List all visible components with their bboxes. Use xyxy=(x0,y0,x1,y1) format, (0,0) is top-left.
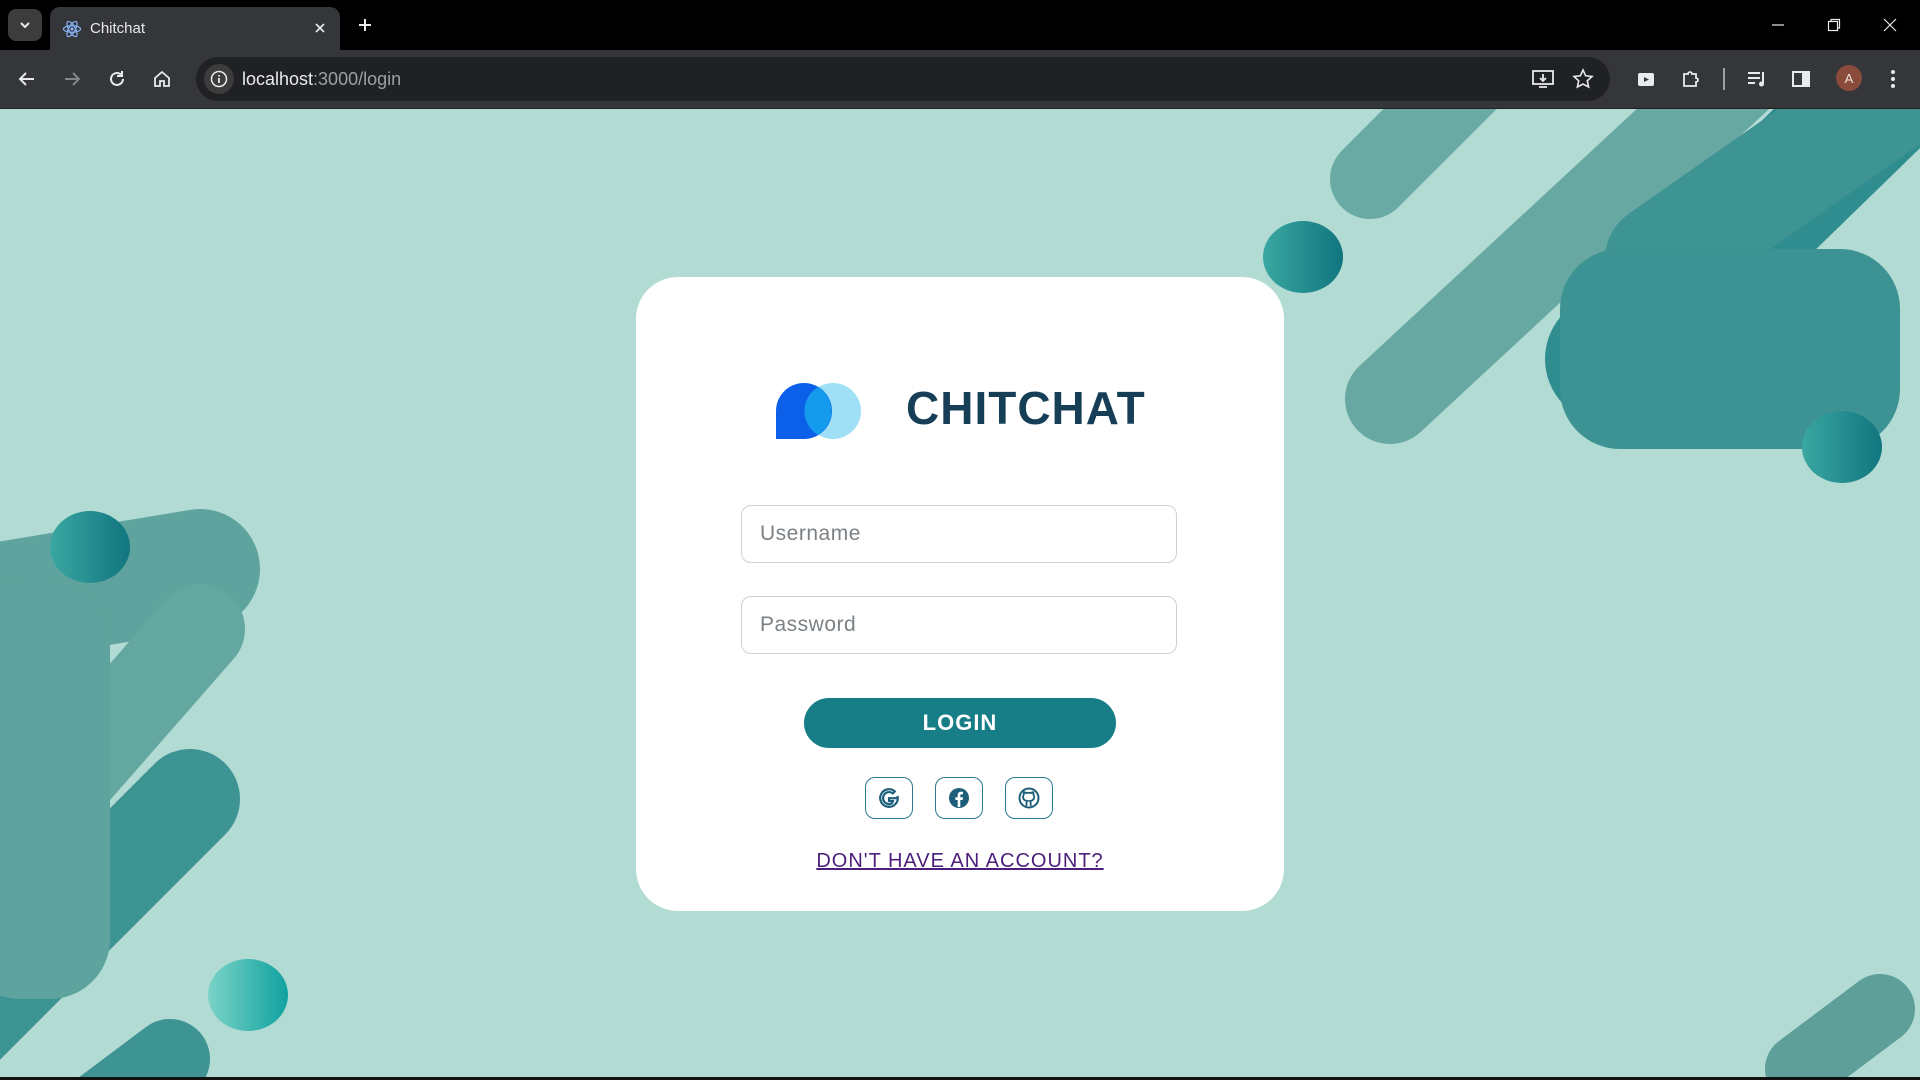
browser-tab[interactable]: Chitchat xyxy=(50,7,340,50)
facebook-icon xyxy=(949,788,969,808)
plus-icon xyxy=(359,19,371,31)
password-input[interactable] xyxy=(741,596,1177,654)
site-info-button[interactable] xyxy=(204,64,234,94)
install-app-icon[interactable] xyxy=(1532,69,1554,89)
chevron-down-icon xyxy=(20,22,30,29)
back-button[interactable] xyxy=(10,62,44,96)
side-panel-icon xyxy=(1792,71,1810,87)
url-path: :3000/login xyxy=(313,69,402,89)
github-icon xyxy=(1018,787,1040,809)
browser-tab-strip: Chitchat xyxy=(0,0,1920,50)
media-icon xyxy=(1638,73,1654,86)
arrow-right-icon xyxy=(65,72,81,86)
login-card: CHITCHAT LOGIN DON'T HAVE AN ACCOUNT? xyxy=(636,277,1284,911)
brand-title: CHITCHAT xyxy=(906,382,1146,434)
google-icon xyxy=(879,788,899,808)
more-vert-icon xyxy=(1891,70,1895,88)
url-text: localhost:3000/login xyxy=(242,69,401,90)
signup-link[interactable]: DON'T HAVE AN ACCOUNT? xyxy=(636,850,1284,873)
side-panel-button[interactable] xyxy=(1784,62,1818,96)
tab-close-button[interactable] xyxy=(310,18,330,38)
reload-button[interactable] xyxy=(100,62,134,96)
info-icon xyxy=(210,70,228,88)
toolbar-separator xyxy=(1723,68,1725,90)
home-button[interactable] xyxy=(145,62,179,96)
puzzle-icon xyxy=(1683,71,1699,87)
url-host: localhost xyxy=(242,69,314,89)
menu-button[interactable] xyxy=(1876,62,1910,96)
minimize-icon xyxy=(1772,24,1784,26)
extensions-button[interactable] xyxy=(1674,62,1708,96)
github-login-button[interactable] xyxy=(1005,777,1053,819)
forward-button[interactable] xyxy=(55,62,89,96)
restore-button[interactable] xyxy=(1814,10,1854,40)
page-viewport: CHITCHAT LOGIN DON'T HAVE AN ACCOUNT? xyxy=(0,109,1920,1077)
star-icon[interactable] xyxy=(1572,68,1594,90)
login-button[interactable]: LOGIN xyxy=(804,698,1116,748)
tab-search-button[interactable] xyxy=(8,9,42,41)
playlist-icon xyxy=(1748,72,1764,87)
tab-title: Chitchat xyxy=(90,20,146,37)
username-input[interactable] xyxy=(741,505,1177,563)
minimize-button[interactable] xyxy=(1758,10,1798,40)
home-icon xyxy=(154,70,170,87)
close-icon xyxy=(315,23,325,33)
browser-toolbar: localhost:3000/login A xyxy=(0,50,1920,109)
media-controls-button[interactable] xyxy=(1740,62,1774,96)
media-extension-button[interactable] xyxy=(1629,62,1663,96)
facebook-login-button[interactable] xyxy=(935,777,983,819)
chitchat-logo-icon xyxy=(776,383,861,439)
close-icon xyxy=(1883,18,1897,32)
profile-avatar[interactable]: A xyxy=(1836,65,1862,91)
arrow-left-icon xyxy=(18,72,34,86)
restore-icon xyxy=(1827,18,1841,32)
reload-icon xyxy=(110,71,124,86)
new-tab-button[interactable] xyxy=(352,12,378,38)
react-icon xyxy=(62,20,82,38)
address-bar[interactable]: localhost:3000/login xyxy=(196,57,1610,101)
google-login-button[interactable] xyxy=(865,777,913,819)
window-close-button[interactable] xyxy=(1870,10,1910,40)
